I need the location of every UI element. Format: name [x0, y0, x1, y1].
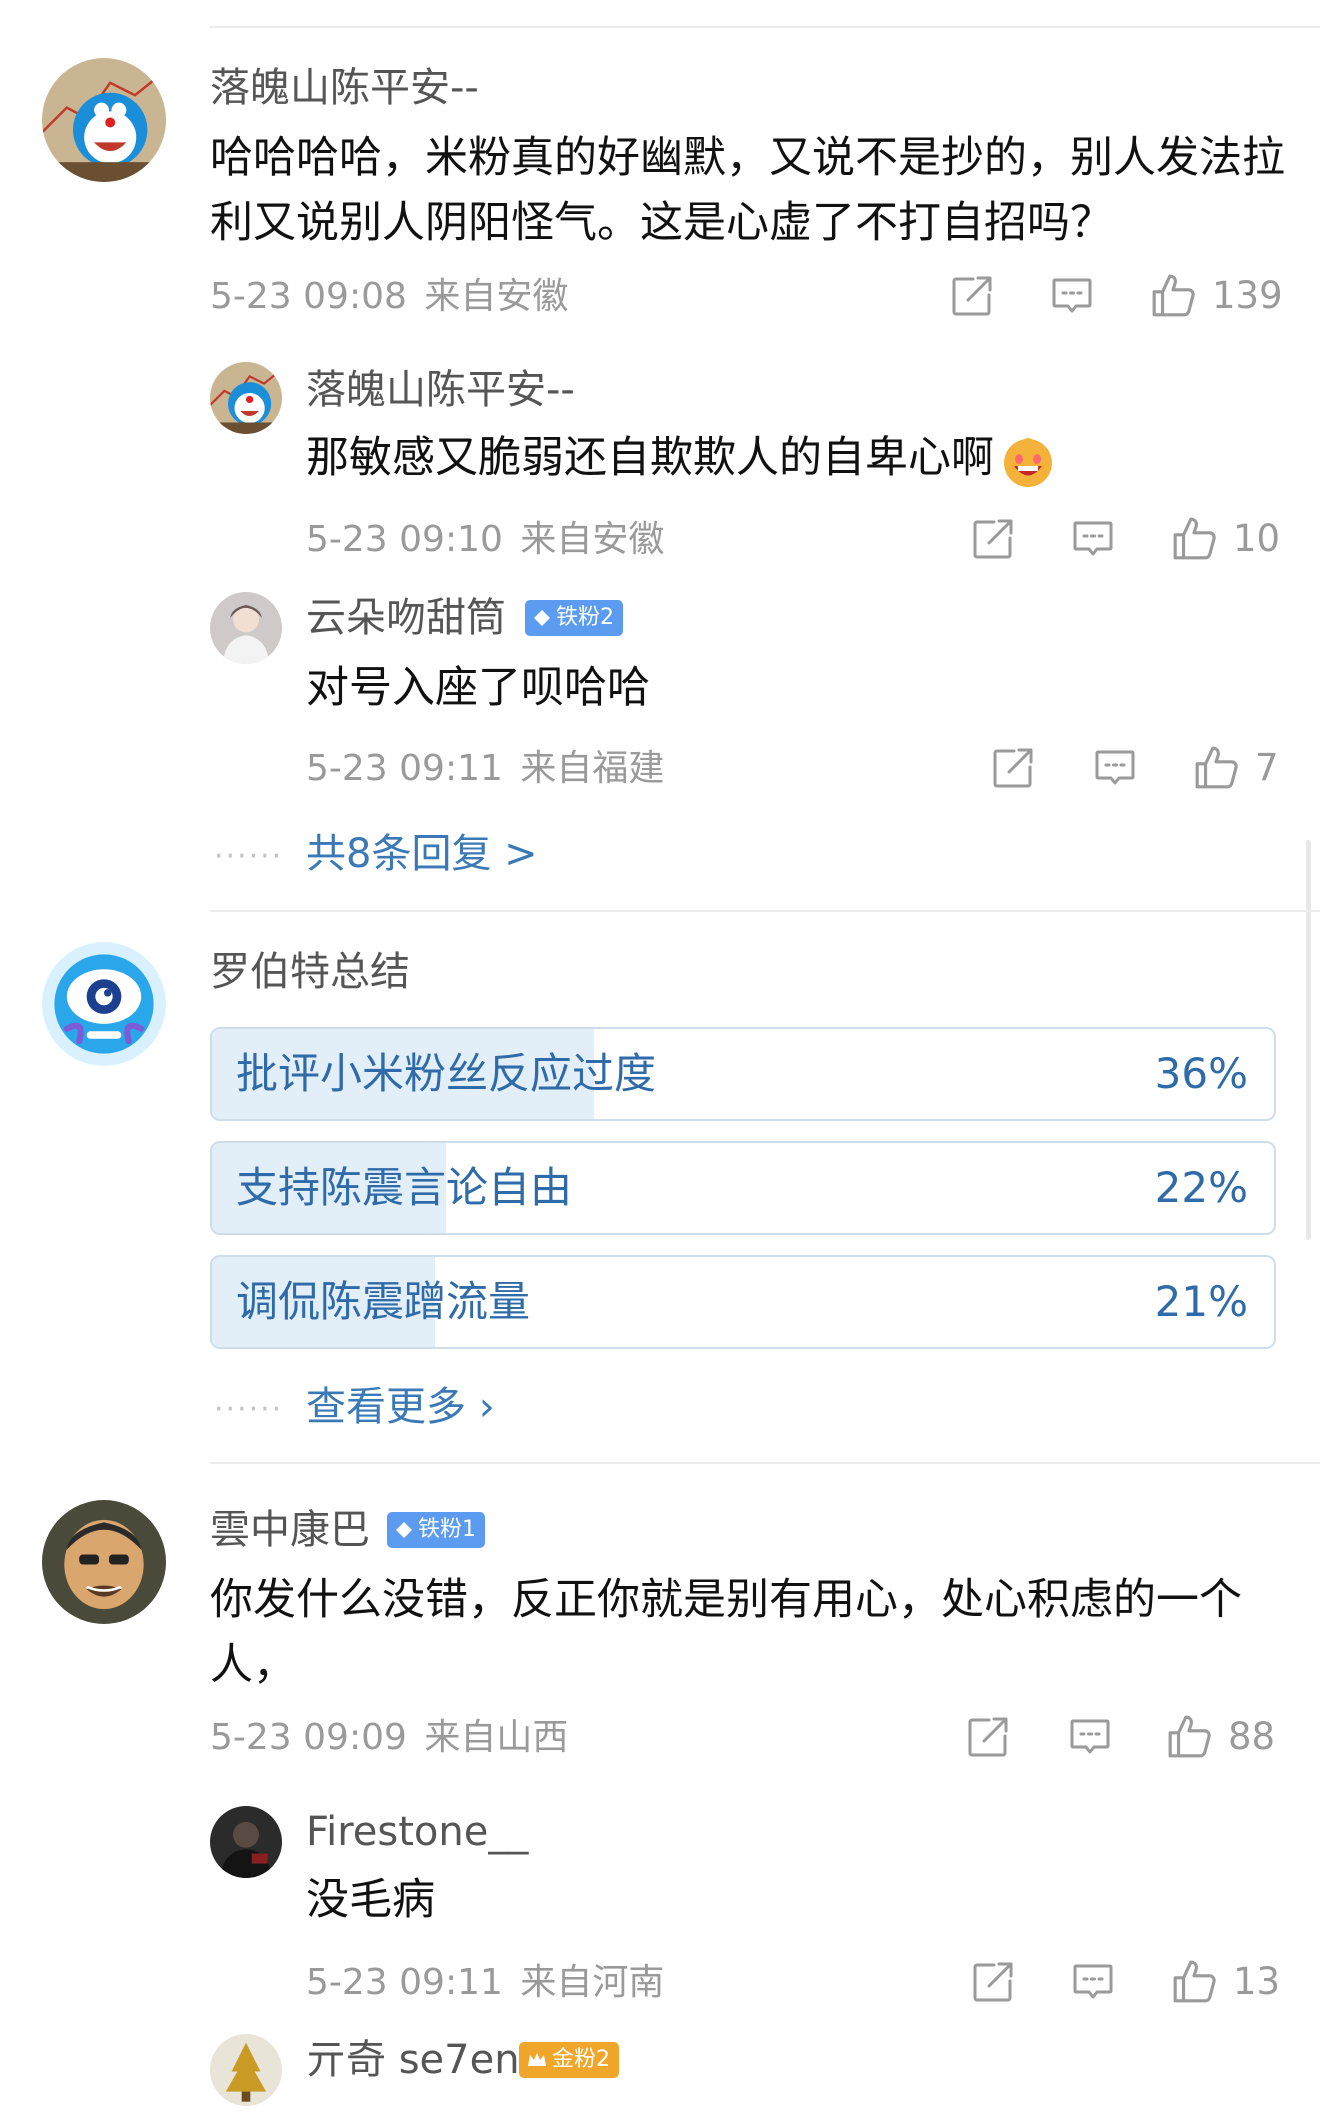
poll-option-label: 支持陈震言论自由: [236, 1163, 573, 1212]
like-button[interactable]: 13: [1171, 1958, 1280, 2004]
reply-meta: 5-23 09:11 来自福建: [306, 751, 664, 787]
share-icon: [971, 1960, 1015, 2004]
top-divider: [210, 26, 1320, 28]
reply-location: 来自河南: [520, 1962, 665, 2003]
avatar[interactable]: [42, 1500, 166, 1624]
reply-meta: 5-23 09:10 来自安徽: [306, 522, 664, 558]
fan-badge: 金粉2: [519, 2042, 619, 2078]
comment-button[interactable]: [1050, 274, 1094, 318]
reply-text-content: 那敏感又脆弱还自欺欺人的自卑心啊: [306, 433, 994, 483]
reply-time: 5-23 09:11: [306, 748, 503, 789]
comment-icon: [1093, 746, 1137, 790]
comment-icon: [1050, 274, 1094, 318]
poll-option-percent: 22%: [1154, 1163, 1248, 1212]
avatar[interactable]: [210, 1806, 282, 1878]
crown-icon: [528, 2053, 546, 2066]
like-button[interactable]: 88: [1166, 1713, 1275, 1759]
poll-option[interactable]: 支持陈震言论自由 22%: [210, 1141, 1276, 1235]
grinning-emoji-icon: [1000, 433, 1056, 489]
badge-label: 铁粉1: [418, 1517, 476, 1542]
like-count: 88: [1228, 1714, 1276, 1758]
share-button[interactable]: [966, 1715, 1010, 1759]
reply-user-name[interactable]: 亓奇 se7en: [306, 2040, 520, 2080]
share-button[interactable]: [991, 746, 1035, 790]
badge-label: 金粉2: [552, 2047, 610, 2072]
reply-text: 没毛病: [306, 1875, 435, 1925]
comment-button[interactable]: [1068, 1715, 1112, 1759]
comment-time: 5-23 09:09: [210, 1717, 407, 1758]
avatar[interactable]: [210, 362, 282, 434]
comment-time: 5-23 09:08: [210, 276, 407, 317]
like-icon: [1171, 515, 1217, 561]
comment-icon: [1068, 1715, 1112, 1759]
like-count: 13: [1233, 1959, 1281, 2003]
like-icon: [1150, 272, 1196, 318]
like-count: 139: [1212, 273, 1283, 317]
reply-text: 那敏感又脆弱还自欺欺人的自卑心啊: [306, 426, 1056, 491]
share-button[interactable]: [950, 274, 994, 318]
share-icon: [950, 274, 994, 318]
robot-avatar[interactable]: [42, 942, 166, 1066]
avatar[interactable]: [210, 592, 282, 664]
reply-text: 对号入座了呗哈哈: [306, 663, 650, 713]
comment-text: 你发什么没错，反正你就是别有用心，处心积虑的一个人，: [210, 1575, 1242, 1690]
like-icon: [1171, 1958, 1217, 2004]
comment-button[interactable]: [1071, 1960, 1115, 2004]
summary-title: 罗伯特总结: [210, 949, 410, 995]
poll-option-label: 批评小米粉丝反应过度: [236, 1049, 657, 1098]
badge-label: 铁粉2: [556, 605, 614, 630]
fan-badge: 铁粉1: [387, 1512, 485, 1548]
share-icon: [966, 1715, 1010, 1759]
comment-user-name[interactable]: 雲中康巴: [210, 1510, 370, 1550]
reply-user-name[interactable]: 落魄山陈平安--: [306, 370, 575, 410]
avatar[interactable]: [210, 2034, 282, 2106]
share-icon: [971, 517, 1015, 561]
share-icon: [991, 746, 1035, 790]
poll-option-percent: 36%: [1154, 1049, 1248, 1098]
view-all-replies-link[interactable]: 共8条回复 >: [306, 834, 538, 874]
reply-meta: 5-23 09:11 来自河南: [306, 1965, 664, 2001]
comment-button[interactable]: [1093, 746, 1137, 790]
divider: [210, 910, 1320, 912]
comment-icon: [1071, 1960, 1115, 2004]
comment-meta: 5-23 09:09 来自山西: [210, 1720, 568, 1756]
comment-user-name[interactable]: 落魄山陈平安--: [210, 68, 479, 108]
diamond-icon: [396, 1522, 412, 1538]
comment-text: 哈哈哈哈，米粉真的好幽默，又说不是抄的，别人发法拉利又说别人阴阳怪气。这是心虚了…: [210, 133, 1285, 248]
share-button[interactable]: [971, 517, 1015, 561]
reply-location: 来自福建: [520, 748, 665, 789]
share-button[interactable]: [971, 1960, 1015, 2004]
dots-separator: ······: [214, 1392, 284, 1427]
like-count: 10: [1233, 516, 1281, 560]
comment-icon: [1071, 517, 1115, 561]
like-icon: [1193, 744, 1239, 790]
poll-option[interactable]: 批评小米粉丝反应过度 36%: [210, 1027, 1276, 1121]
poll-option-label: 调侃陈震蹭流量: [236, 1277, 531, 1326]
like-icon: [1166, 1713, 1212, 1759]
comment-location: 来自安徽: [424, 276, 569, 317]
fan-badge: 铁粉2: [525, 600, 623, 636]
avatar[interactable]: [42, 58, 166, 182]
scrollbar[interactable]: [1306, 840, 1311, 1240]
comment-meta: 5-23 09:08 来自安徽: [210, 279, 568, 315]
reply-user-name[interactable]: Firestone__: [306, 1812, 528, 1852]
divider: [210, 1462, 1320, 1464]
poll-option-percent: 21%: [1154, 1277, 1248, 1326]
comment-location: 来自山西: [424, 1717, 569, 1758]
like-button[interactable]: 139: [1150, 272, 1283, 318]
comment-button[interactable]: [1071, 517, 1115, 561]
reply-location: 来自安徽: [520, 519, 665, 560]
reply-time: 5-23 09:10: [306, 519, 503, 560]
poll-option[interactable]: 调侃陈震蹭流量 21%: [210, 1255, 1276, 1349]
reply-user-name[interactable]: 云朵吻甜筒: [306, 598, 506, 638]
reply-time: 5-23 09:11: [306, 1962, 503, 2003]
like-count: 7: [1255, 745, 1279, 789]
like-button[interactable]: 7: [1193, 744, 1279, 790]
view-more-link[interactable]: 查看更多 ›: [306, 1387, 495, 1427]
diamond-icon: [534, 610, 550, 626]
dots-separator: ······: [214, 839, 284, 874]
like-button[interactable]: 10: [1171, 515, 1280, 561]
